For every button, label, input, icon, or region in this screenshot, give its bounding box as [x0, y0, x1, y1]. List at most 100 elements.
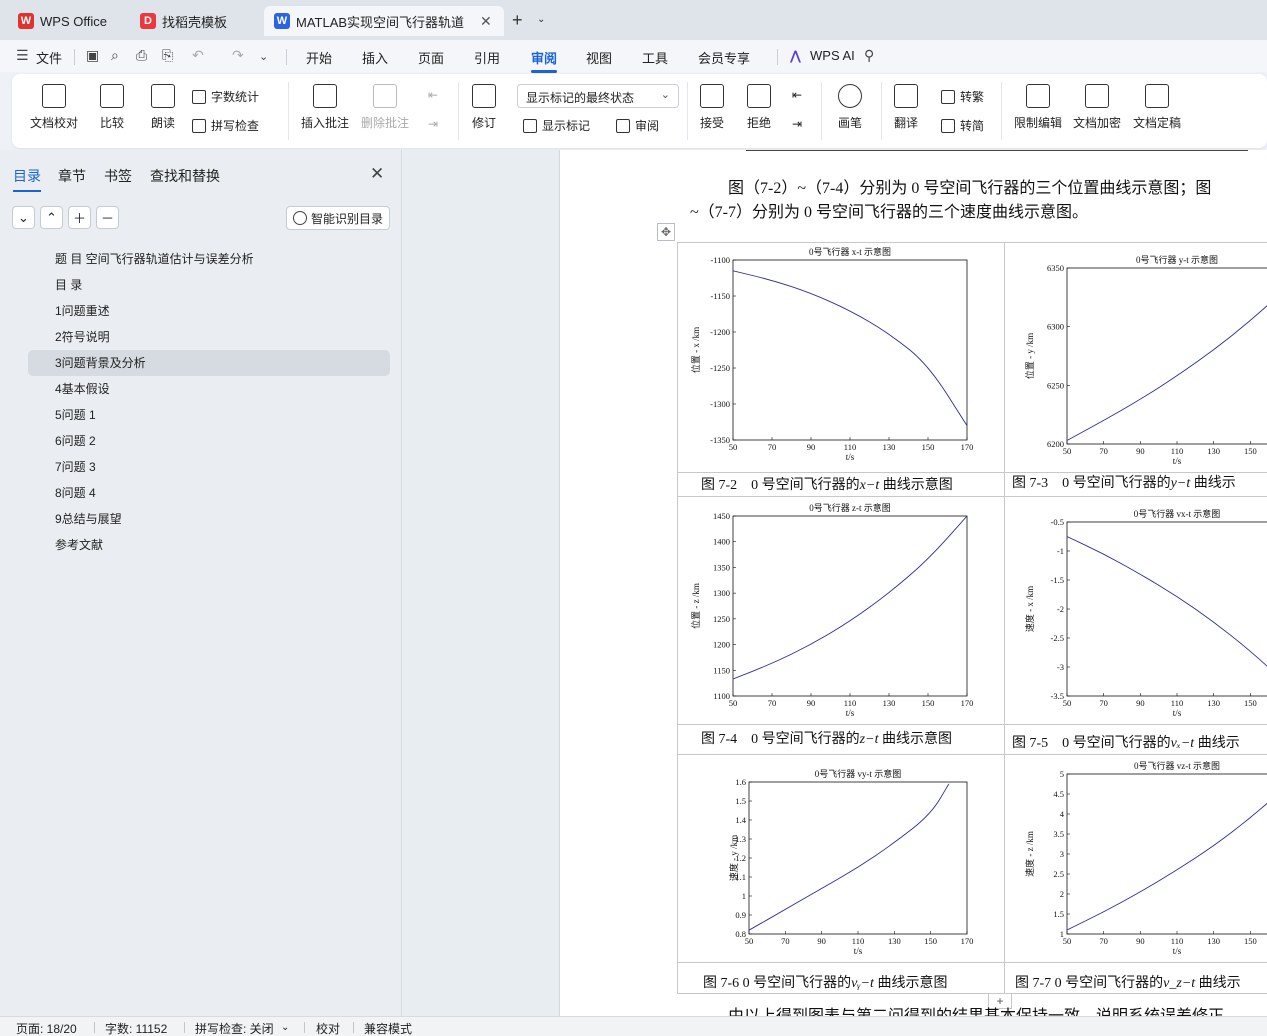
menu-tools[interactable]: 工具 [642, 48, 668, 67]
toc-item[interactable]: 题 目 空间飞行器轨道估计与误差分析 [28, 246, 390, 272]
next-change-icon[interactable]: ⇥ [792, 117, 802, 131]
collapse-button[interactable]: ⌄ [12, 206, 35, 229]
to-simplified-button[interactable]: 转简 [941, 117, 984, 134]
comment-add-icon [313, 84, 337, 108]
y-tick-label: 1450 [713, 511, 730, 521]
toc-item[interactable]: 7问题 3 [28, 454, 390, 480]
toc-item[interactable]: 3问题背景及分析 [28, 350, 390, 376]
table-move-handle-icon[interactable]: ✥ [657, 223, 675, 241]
insert-comment-button[interactable]: 插入批注 [301, 84, 349, 131]
accept-button[interactable]: 接受 [700, 84, 724, 131]
share-icon[interactable]: ⌕ [111, 47, 119, 64]
hamburger-icon[interactable]: ☰ [16, 47, 29, 64]
toc-item[interactable]: 6问题 2 [28, 428, 390, 454]
toc-item[interactable]: 5问题 1 [28, 402, 390, 428]
menu-view[interactable]: 视图 [586, 48, 612, 67]
x-tick-label: 70 [1099, 936, 1108, 946]
finalize-button[interactable]: 文档定稿 [1133, 84, 1181, 131]
toc-item[interactable]: 2符号说明 [28, 324, 390, 350]
status-bar: 页面: 18/20 字数: 11152 拼写检查: 关闭 ⌄ 校对 兼容模式 [0, 1016, 1267, 1036]
translate-button[interactable]: 翻译 [894, 84, 918, 131]
menu-page[interactable]: 页面 [418, 48, 444, 67]
header-rule [746, 150, 1248, 151]
toc-item[interactable]: 8问题 4 [28, 480, 390, 506]
proofread-button[interactable]: 文档校对 [30, 84, 78, 131]
menu-home[interactable]: 开始 [306, 48, 332, 67]
toc-item[interactable]: 参考文献 [28, 532, 390, 558]
word-count-button[interactable]: 字数统计 [192, 88, 259, 105]
chevron-down-icon[interactable]: ⌄ [537, 14, 545, 25]
spell-check-button[interactable]: 拼写检查 [192, 117, 259, 134]
tab-sections[interactable]: 章节 [58, 166, 86, 186]
x-tick-label: 70 [781, 936, 790, 946]
series-line [1067, 305, 1267, 441]
close-tab-icon[interactable]: ✕ [480, 13, 492, 30]
tab-docer[interactable]: D 找稻壳模板 [130, 6, 258, 36]
track-changes-icon [472, 84, 496, 108]
figure-caption: 图 7-2 0 号空间飞行器的x−t 曲线示意图 [701, 478, 953, 493]
restrict-edit-button[interactable]: 限制编辑 [1014, 84, 1062, 131]
y-tick-label: 1150 [713, 665, 730, 675]
menu-review[interactable]: 审阅 [531, 48, 558, 73]
y-tick-label: 6200 [1047, 439, 1064, 449]
tab-toc[interactable]: 目录 [13, 166, 41, 192]
y-tick-label: 4.5 [1053, 789, 1064, 799]
menu-wps-ai[interactable]: WPS AI [810, 48, 855, 63]
tab-wps-office[interactable]: W WPS Office [8, 6, 124, 36]
new-tab-icon[interactable]: + [512, 10, 523, 31]
tab-document[interactable]: W MATLAB实现空间飞行器轨道 ✕ [264, 6, 504, 36]
toc-item[interactable]: 4基本假设 [28, 376, 390, 402]
next-comment-icon[interactable]: ⇥ [428, 117, 438, 131]
y-tick-label: -3 [1057, 662, 1064, 672]
to-traditional-button[interactable]: 转繁 [941, 88, 984, 105]
close-icon[interactable]: ✕ [370, 164, 384, 184]
menu-file[interactable]: 文件 [36, 48, 62, 67]
x-tick-label: 170 [961, 442, 974, 452]
save-icon[interactable]: ▣ [86, 47, 99, 64]
y-tick-label: 6300 [1047, 322, 1064, 332]
search-icon[interactable]: ⚲ [864, 47, 874, 64]
plot-frame [1066, 773, 1267, 935]
track-changes-button[interactable]: 修订 [472, 84, 496, 131]
add-heading-button[interactable]: ＋ [68, 206, 91, 229]
chevron-down-icon[interactable]: ⌄ [281, 1022, 289, 1033]
tab-find-replace[interactable]: 查找和替换 [150, 166, 220, 186]
undo-icon[interactable]: ↶ [192, 47, 204, 64]
menu-member[interactable]: 会员专享 [698, 48, 750, 67]
print-icon[interactable]: ⎙ [136, 47, 147, 64]
x-tick-label: 130 [1207, 936, 1220, 946]
review-pane-button[interactable]: 审阅 [616, 117, 659, 134]
spell-check-status[interactable]: 拼写检查: 关闭 [195, 1020, 274, 1036]
toc-item[interactable]: 9总结与展望 [28, 506, 390, 532]
read-aloud-button[interactable]: 朗读 [151, 84, 175, 131]
print-preview-icon[interactable]: ⎘ [162, 47, 173, 64]
toc-item[interactable]: 1问题重述 [28, 298, 390, 324]
menu-references[interactable]: 引用 [474, 48, 500, 67]
show-markup-button[interactable]: 显示标记 [523, 117, 590, 134]
toc-item[interactable]: 目 录 [28, 272, 390, 298]
proofread-status[interactable]: 校对 [316, 1020, 340, 1036]
y-tick-label: 1.5 [1053, 909, 1064, 919]
markup-state-value: 显示标记的最终状态 [526, 91, 635, 105]
prev-comment-icon[interactable]: ⇤ [428, 88, 438, 102]
expand-button[interactable]: ⌃ [40, 206, 63, 229]
delete-comment-button[interactable]: 删除批注 [361, 84, 409, 131]
word-count[interactable]: 字数: 11152 [105, 1020, 167, 1036]
pen-button[interactable]: 画笔 [838, 84, 862, 131]
page-indicator[interactable]: 页面: 18/20 [16, 1020, 77, 1036]
smart-toc-button[interactable]: 智能识别目录 [286, 206, 390, 230]
divider [288, 82, 289, 140]
prev-change-icon[interactable]: ⇤ [792, 88, 802, 102]
menu-insert[interactable]: 插入 [362, 48, 388, 67]
markup-state-select[interactable]: 显示标记的最终状态 ⌄ [517, 84, 679, 108]
reject-button[interactable]: 拒绝 [747, 84, 771, 131]
tab-bookmarks[interactable]: 书签 [104, 166, 132, 186]
compare-button[interactable]: 比较 [100, 84, 124, 131]
chevron-down-icon[interactable]: ⌄ [259, 50, 268, 63]
x-tick-label: 150 [1244, 698, 1257, 708]
redo-icon[interactable]: ↷ [232, 47, 244, 64]
remove-heading-button[interactable]: － [96, 206, 119, 229]
y-tick-label: 2.5 [1053, 869, 1064, 879]
table-border [677, 962, 1267, 963]
encrypt-button[interactable]: 文档加密 [1073, 84, 1121, 131]
